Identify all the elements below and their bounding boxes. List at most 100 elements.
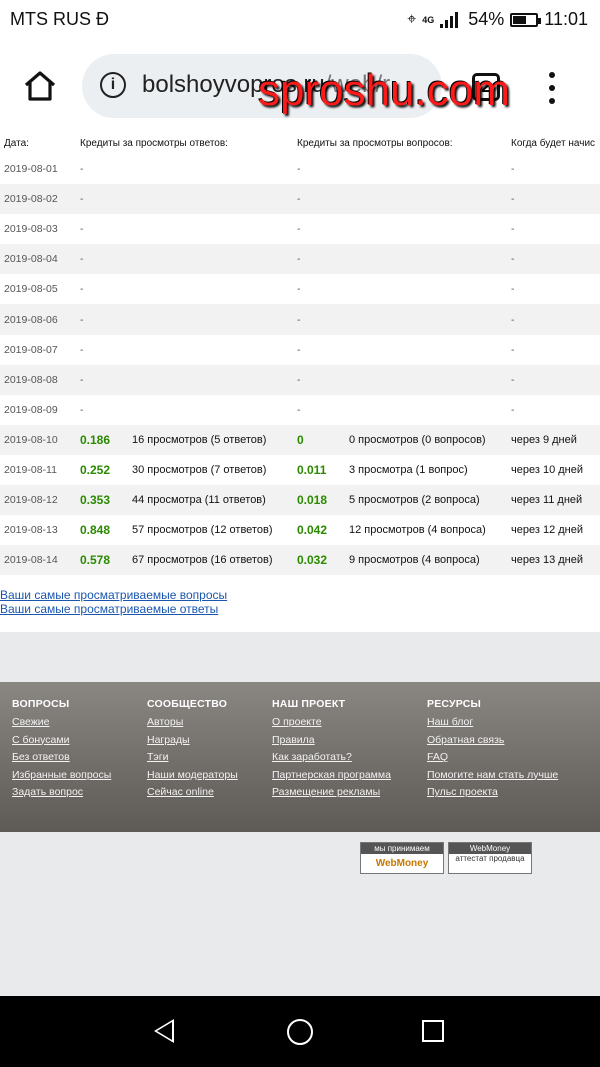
question-credit-value: - (297, 184, 349, 215)
question-views-text (349, 335, 511, 365)
row-date: 2019-08-14 (0, 545, 80, 576)
info-icon[interactable]: i (100, 72, 126, 98)
answer-credit-value: 0.252 (80, 462, 111, 477)
carrier-label: MTS RUS Đ (10, 9, 109, 29)
menu-icon[interactable] (548, 70, 556, 106)
footer-link[interactable]: Награды (147, 732, 238, 750)
footer-link[interactable]: С бонусами (12, 732, 111, 750)
row-date: 2019-08-04 (0, 244, 80, 275)
payout-when: - (511, 343, 515, 356)
payout-when: - (511, 244, 600, 275)
answer-credit-value: - (80, 283, 84, 296)
question-views-text: 9 просмотров (4 вопроса) (349, 545, 512, 576)
table-row: 2019-08-01 - - - (0, 154, 600, 184)
answer-views-text: 30 просмотров (7 ответов) (132, 463, 267, 476)
answer-credit-value: 0.186 (80, 424, 132, 455)
answer-credit-value: - (80, 223, 84, 236)
footer-link[interactable]: Правила (272, 732, 391, 750)
footer-link[interactable]: Размещение рекламы (272, 784, 391, 802)
payout-when: - (511, 163, 515, 176)
answer-views-text (132, 335, 297, 365)
webmoney-accept-badge[interactable]: мы принимаем WebMoney (360, 842, 444, 874)
top-questions-link[interactable]: Ваши самые просматриваемые вопросы (0, 588, 227, 602)
answer-views-text: 67 просмотров (16 ответов) (132, 545, 297, 576)
answer-views-text (132, 244, 297, 275)
table-row: 2019-08-05 - - - (0, 274, 600, 304)
browser-toolbar: i bolshoyvopros.ru/web/r 2 sproshu.com (0, 40, 600, 132)
answer-credit-value: - (80, 163, 84, 176)
answer-credit-value: - (80, 184, 132, 215)
footer-link[interactable]: Сейчас online (147, 784, 238, 802)
webmoney-attestat-badge[interactable]: WebMoney аттестат продавца (448, 842, 532, 874)
battery-percent: 54% (468, 9, 505, 29)
footer-link[interactable]: Без ответов (12, 749, 111, 767)
top-answers-link[interactable]: Ваши самые просматриваемые ответы (0, 602, 227, 616)
badge-bottom-text: аттестат продавца (455, 854, 525, 863)
answer-credit-value: - (80, 403, 84, 416)
footer-link[interactable]: FAQ (427, 749, 558, 767)
badge-top-text: WebMoney (449, 843, 531, 854)
footer-link[interactable]: Партнерская программа (272, 767, 391, 785)
answer-credit-value: - (80, 343, 84, 356)
question-views-text: 12 просмотров (4 вопроса) (349, 524, 486, 537)
row-date: 2019-08-13 (4, 524, 58, 537)
answer-views-text: 57 просмотров (12 ответов) (132, 524, 273, 537)
question-credit-value: 0.018 (297, 485, 349, 516)
footer-link[interactable]: Как заработать? (272, 749, 391, 767)
network-label: 4G (422, 14, 435, 25)
home-circle-icon[interactable] (287, 1019, 313, 1045)
row-date: 2019-08-06 (0, 304, 80, 335)
question-views-text (349, 304, 512, 335)
payout-when: через 9 дней (511, 424, 600, 455)
header-answer-credits: Кредиты за просмотры ответов: (80, 137, 228, 149)
recents-icon[interactable] (422, 1020, 444, 1042)
footer-link[interactable]: Помогите нам стать лучше (427, 767, 558, 785)
footer-link[interactable]: Наши модераторы (147, 767, 238, 785)
question-credit-value: 0.011 (297, 462, 327, 477)
footer-link[interactable]: Свежие (12, 714, 111, 732)
question-views-text: 3 просмотра (1 вопрос) (349, 463, 468, 476)
footer-link[interactable]: Избранные вопросы (12, 767, 111, 785)
answer-views-text (132, 214, 297, 244)
question-credit-value: - (297, 283, 301, 296)
footer-col-community: СООБЩЕСТВО Авторы Награды Тэги Наши моде… (147, 698, 238, 802)
answer-views-text (132, 304, 297, 335)
footer-link[interactable]: Пульс проекта (427, 784, 558, 802)
home-icon[interactable] (22, 70, 58, 102)
payout-when: через 13 дней (511, 545, 600, 576)
footer-link[interactable]: Задать вопрос (12, 784, 111, 802)
table-row: 2019-08-06- - - (0, 304, 600, 335)
payout-when: - (511, 283, 515, 296)
footer-link[interactable]: О проекте (272, 714, 391, 732)
question-credit-value: - (297, 403, 301, 416)
table-row: 2019-08-12 0.353 44 просмотра (11 ответов)… (0, 485, 600, 516)
answer-views-text (132, 395, 297, 425)
question-views-text (349, 214, 511, 244)
payout-when: - (511, 184, 600, 215)
question-views-text (349, 364, 512, 395)
header-when: Когда будет начис (511, 137, 596, 149)
back-icon[interactable] (154, 1019, 174, 1043)
header-question-credits: Кредиты за просмотры вопросов: (297, 137, 453, 149)
spacer-band (0, 632, 600, 682)
footer-link[interactable]: Наш блог (427, 714, 558, 732)
table-header: Дата: Кредиты за просмотры ответов: Кред… (0, 132, 600, 154)
footer-heading: НАШ ПРОЕКТ (272, 698, 346, 710)
question-views-text (349, 154, 511, 184)
footer-link[interactable]: Обратная связь (427, 732, 558, 750)
answer-credit-value: 0.848 (80, 523, 111, 538)
footer-link[interactable]: Авторы (147, 714, 238, 732)
footer-link[interactable]: Тэги (147, 749, 238, 767)
table-row: 2019-08-11 0.252 30 просмотров (7 ответов)… (0, 455, 600, 485)
badge-top-text: мы принимаем (361, 843, 443, 854)
question-credit-value: - (297, 304, 349, 335)
question-credit-value: - (297, 223, 301, 236)
credits-table: Дата: Кредиты за просмотры ответов: Кред… (0, 132, 600, 576)
clock: 11:01 (544, 9, 588, 29)
question-credit-value: - (297, 163, 301, 176)
answer-views-text: 16 просмотров (5 ответов) (132, 424, 297, 455)
answer-views-text (132, 364, 297, 395)
row-date: 2019-08-08 (0, 364, 80, 395)
row-date: 2019-08-02 (0, 184, 80, 215)
table-row: 2019-08-14 0.578 67 просмотров (16 ответов… (0, 545, 600, 576)
